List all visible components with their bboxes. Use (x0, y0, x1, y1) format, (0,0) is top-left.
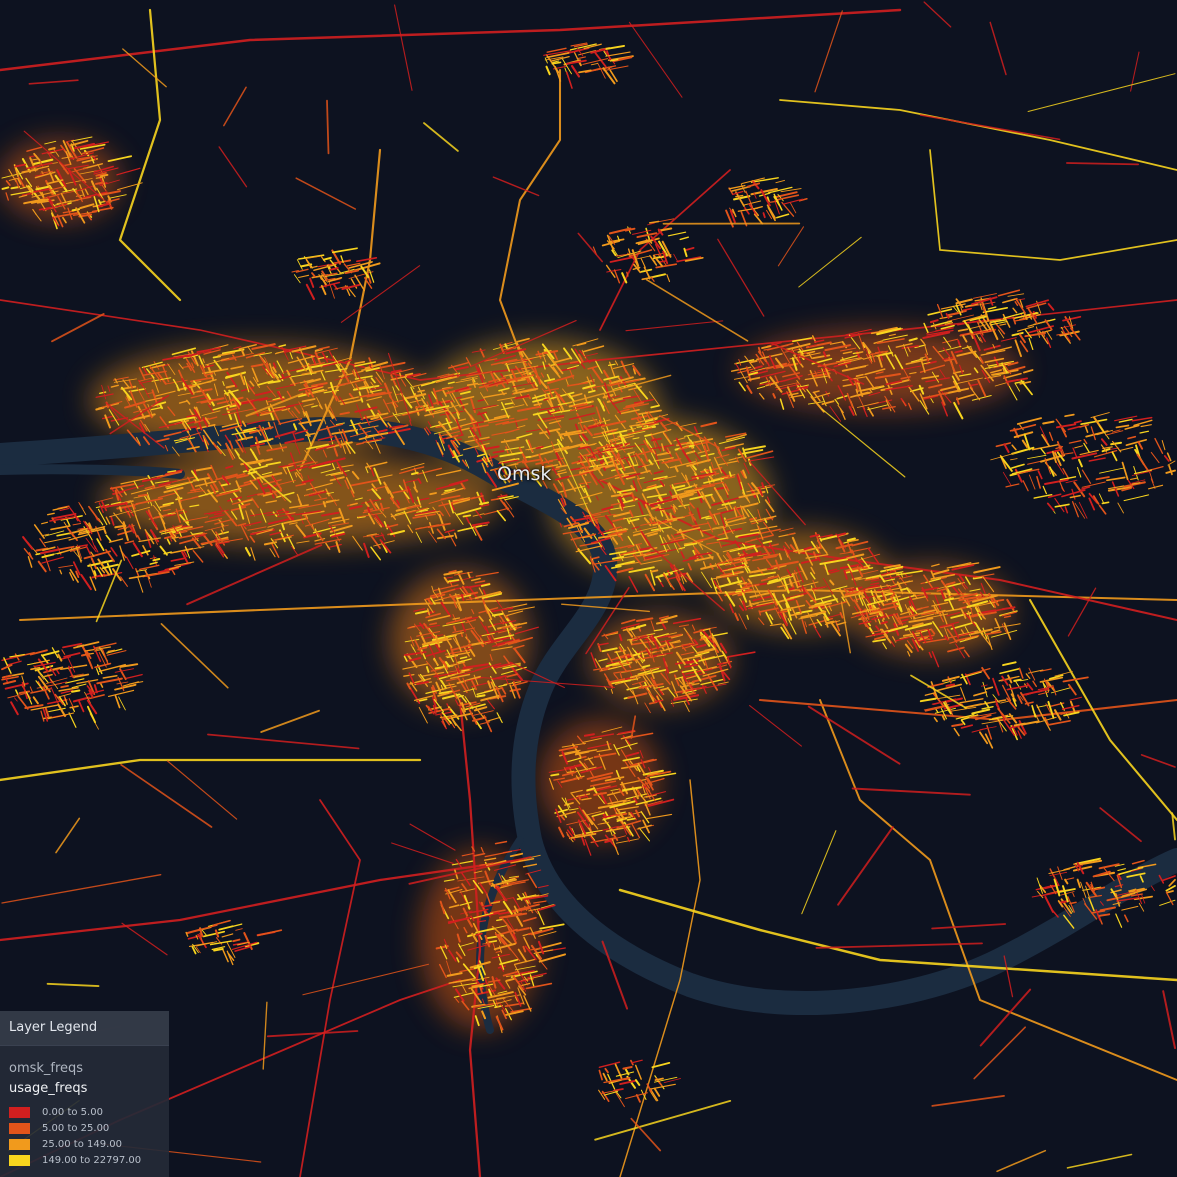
legend-item-label: 5.00 to 25.00 (42, 1122, 110, 1134)
map-viewport[interactable]: Omsk Layer Legend omsk_freqs usage_freqs… (0, 0, 1177, 1177)
layer-legend-panel: Layer Legend omsk_freqs usage_freqs 0.00… (0, 1011, 169, 1177)
legend-items: 0.00 to 5.00 5.00 to 25.00 25.00 to 149.… (0, 1104, 169, 1168)
legend-swatch (9, 1154, 30, 1166)
legend-field-name: usage_freqs (9, 1081, 88, 1096)
legend-item: 0.00 to 5.00 (9, 1104, 169, 1120)
legend-item-label: 149.00 to 22797.00 (42, 1154, 142, 1166)
legend-layer-name: omsk_freqs (9, 1061, 84, 1076)
legend-swatch (9, 1138, 30, 1150)
legend-swatch (9, 1106, 30, 1118)
legend-item-label: 0.00 to 5.00 (42, 1106, 103, 1118)
legend-item-label: 25.00 to 149.00 (42, 1138, 123, 1150)
legend-swatch (9, 1122, 30, 1134)
legend-item: 5.00 to 25.00 (9, 1120, 169, 1136)
legend-item: 149.00 to 22797.00 (9, 1152, 169, 1168)
map-canvas[interactable] (0, 0, 1177, 1177)
legend-title: Layer Legend (0, 1011, 169, 1046)
legend-item: 25.00 to 149.00 (9, 1136, 169, 1152)
